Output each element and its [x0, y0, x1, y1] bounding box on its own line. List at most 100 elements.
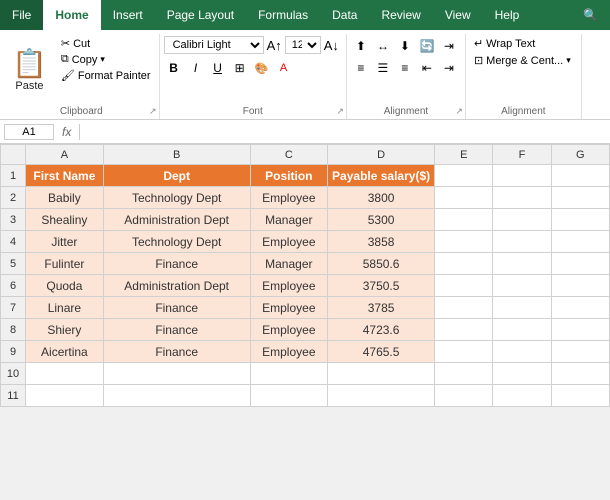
copy-button[interactable]: ⧉ Copy ▾ — [57, 52, 155, 67]
cell-r5c3[interactable]: Manager — [250, 253, 327, 275]
row-header-11[interactable]: 11 — [1, 385, 26, 407]
cell-r8c4[interactable]: 4723.6 — [328, 319, 435, 341]
cell-r4c1[interactable]: Jitter — [26, 231, 104, 253]
cell-r10c4[interactable] — [328, 363, 435, 385]
cell-r3c4[interactable]: 5300 — [328, 209, 435, 231]
font-color-button[interactable]: A — [274, 58, 294, 78]
cell-r7c3[interactable]: Employee — [250, 297, 327, 319]
cell-r6c4[interactable]: 3750.5 — [328, 275, 435, 297]
cell-r4c3[interactable]: Employee — [250, 231, 327, 253]
col-header-c[interactable]: C — [250, 145, 327, 165]
row-header-10[interactable]: 10 — [1, 363, 26, 385]
col-header-e[interactable]: E — [435, 145, 493, 165]
tab-review[interactable]: Review — [369, 0, 432, 30]
align-bottom-button[interactable]: ⬇ — [395, 36, 415, 56]
cell-r9c7[interactable] — [551, 341, 609, 363]
cell-r5c4[interactable]: 5850.6 — [328, 253, 435, 275]
cell-r5c7[interactable] — [551, 253, 609, 275]
cell-r7c2[interactable]: Finance — [103, 297, 250, 319]
col-header-d[interactable]: D — [328, 145, 435, 165]
decrease-indent-button[interactable]: ⇤ — [417, 58, 437, 78]
cell-r6c2[interactable]: Administration Dept — [103, 275, 250, 297]
row-header-7[interactable]: 7 — [1, 297, 26, 319]
cell-r11c2[interactable] — [103, 385, 250, 407]
underline-button[interactable]: U — [208, 58, 228, 78]
cell-r11c6[interactable] — [493, 385, 551, 407]
cell-r10c6[interactable] — [493, 363, 551, 385]
font-size-down-icon[interactable]: A↓ — [323, 37, 340, 54]
align-center-button[interactable]: ☰ — [373, 58, 393, 78]
cut-button[interactable]: ✂ Cut — [57, 36, 155, 51]
col-header-f[interactable]: F — [493, 145, 551, 165]
cell-r2c5[interactable] — [435, 187, 493, 209]
bold-button[interactable]: B — [164, 58, 184, 78]
row-header-4[interactable]: 4 — [1, 231, 26, 253]
clipboard-launcher[interactable]: ↗ — [149, 106, 157, 117]
cell-r3c2[interactable]: Administration Dept — [103, 209, 250, 231]
tab-data[interactable]: Data — [320, 0, 369, 30]
cell-r4c4[interactable]: 3858 — [328, 231, 435, 253]
cell-r1c6[interactable] — [493, 165, 551, 187]
cell-r5c2[interactable]: Finance — [103, 253, 250, 275]
cell-r6c1[interactable]: Quoda — [26, 275, 104, 297]
font-size-up-icon[interactable]: A↑ — [266, 37, 283, 54]
font-name-select[interactable]: Calibri Light — [164, 36, 264, 54]
tab-view[interactable]: View — [433, 0, 483, 30]
font-size-select[interactable]: 12 — [285, 36, 321, 54]
cell-r3c5[interactable] — [435, 209, 493, 231]
cell-r5c5[interactable] — [435, 253, 493, 275]
align-top-button[interactable]: ⬆ — [351, 36, 371, 56]
cell-r10c3[interactable] — [250, 363, 327, 385]
col-header-g[interactable]: G — [551, 145, 609, 165]
format-painter-button[interactable]: 🖌 Format Painter — [57, 68, 155, 83]
cell-r8c7[interactable] — [551, 319, 609, 341]
cell-r2c3[interactable]: Employee — [250, 187, 327, 209]
cell-r2c1[interactable]: Babily — [26, 187, 104, 209]
align-middle-button[interactable]: ↔ — [373, 36, 393, 56]
cell-r4c7[interactable] — [551, 231, 609, 253]
cell-r5c1[interactable]: Fulinter — [26, 253, 104, 275]
cell-r3c7[interactable] — [551, 209, 609, 231]
align-left-button[interactable]: ≡ — [351, 58, 371, 78]
row-header-6[interactable]: 6 — [1, 275, 26, 297]
cell-r10c2[interactable] — [103, 363, 250, 385]
col-header-b[interactable]: B — [103, 145, 250, 165]
row-header-3[interactable]: 3 — [1, 209, 26, 231]
cell-r7c4[interactable]: 3785 — [328, 297, 435, 319]
corner-header[interactable] — [1, 145, 26, 165]
merge-center-dropdown-icon[interactable]: ▾ — [566, 55, 571, 66]
cell-r6c5[interactable] — [435, 275, 493, 297]
cell-r11c5[interactable] — [435, 385, 493, 407]
cell-r4c6[interactable] — [493, 231, 551, 253]
cell-r8c5[interactable] — [435, 319, 493, 341]
wrap-text-button[interactable]: ↵ Wrap Text — [470, 36, 575, 51]
formula-input[interactable] — [84, 124, 606, 140]
cell-r5c6[interactable] — [493, 253, 551, 275]
cell-r7c7[interactable] — [551, 297, 609, 319]
cell-r9c2[interactable]: Finance — [103, 341, 250, 363]
cell-r9c5[interactable] — [435, 341, 493, 363]
row-header-5[interactable]: 5 — [1, 253, 26, 275]
alignment-launcher[interactable]: ↗ — [455, 106, 463, 117]
increase-indent-button[interactable]: ⇥ — [439, 58, 459, 78]
col-header-a[interactable]: A — [26, 145, 104, 165]
cell-r1c5[interactable] — [435, 165, 493, 187]
border-button[interactable]: ⊞ — [230, 58, 250, 78]
cell-r2c2[interactable]: Technology Dept — [103, 187, 250, 209]
cell-r2c7[interactable] — [551, 187, 609, 209]
cell-r11c7[interactable] — [551, 385, 609, 407]
tab-page-layout[interactable]: Page Layout — [155, 0, 246, 30]
cell-r3c1[interactable]: Shealiny — [26, 209, 104, 231]
cell-r1c7[interactable] — [551, 165, 609, 187]
tab-home[interactable]: Home — [43, 0, 100, 30]
cell-r6c7[interactable] — [551, 275, 609, 297]
cell-r9c3[interactable]: Employee — [250, 341, 327, 363]
cell-r10c5[interactable] — [435, 363, 493, 385]
cell-r3c6[interactable] — [493, 209, 551, 231]
cell-r6c6[interactable] — [493, 275, 551, 297]
merge-center-button[interactable]: ⊡ Merge & Cent... ▾ — [470, 53, 575, 68]
fill-color-button[interactable]: 🎨 — [252, 58, 272, 78]
cell-r11c4[interactable] — [328, 385, 435, 407]
cell-r2c4[interactable]: 3800 — [328, 187, 435, 209]
tab-insert[interactable]: Insert — [101, 0, 155, 30]
